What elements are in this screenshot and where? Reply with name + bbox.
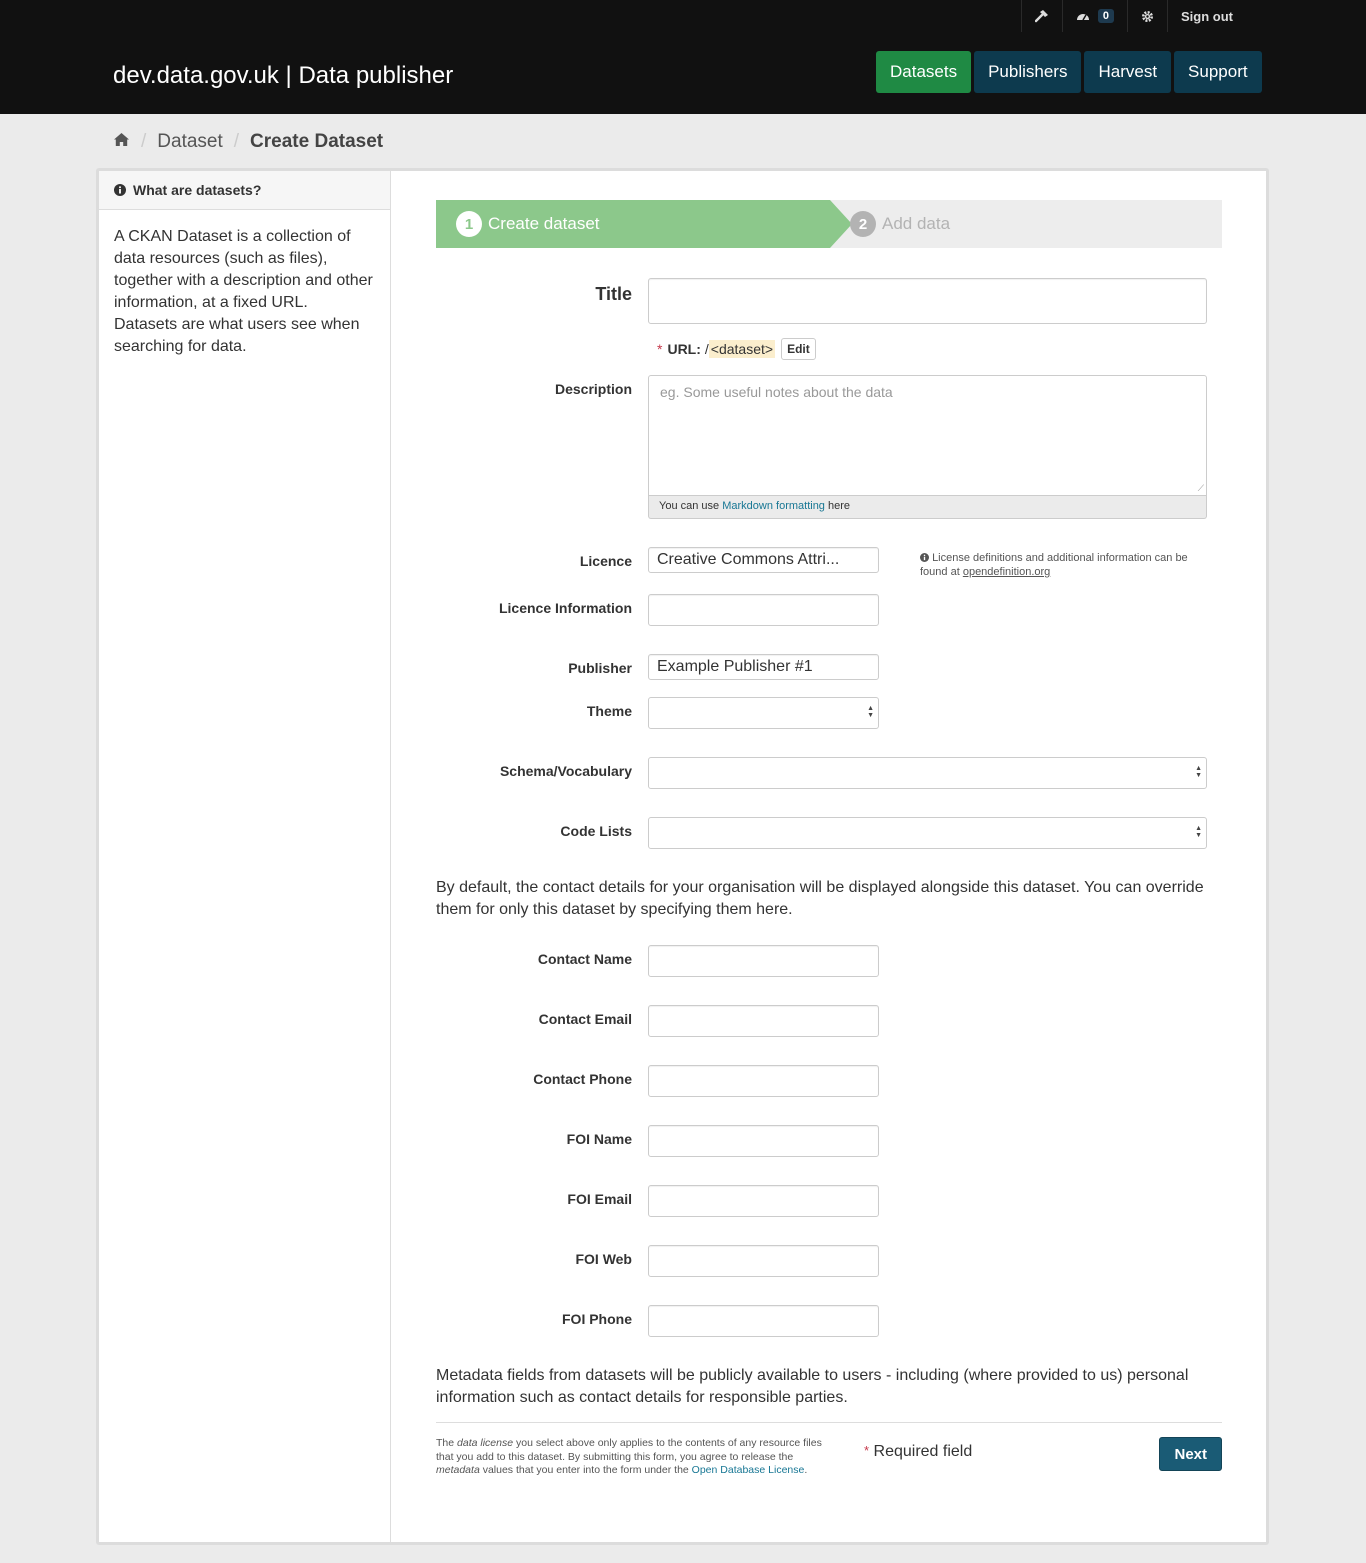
sidebar: What are datasets? A CKAN Dataset is a c… <box>99 171 391 1542</box>
url-prefix: * URL: / <dataset> Edit <box>657 338 816 360</box>
nav-harvest[interactable]: Harvest <box>1084 51 1172 93</box>
schema-select[interactable]: ▲ ▼ <box>648 757 1207 789</box>
licence-hint: License definitions and additional infor… <box>920 552 1188 578</box>
foi-name-label: FOI Name <box>566 1131 632 1147</box>
select-arrows-icon: ▲ ▼ <box>1195 765 1202 779</box>
next-button[interactable]: Next <box>1159 1437 1222 1471</box>
hammer-icon <box>1034 10 1048 23</box>
stage-number: 2 <box>850 211 876 237</box>
resize-handle[interactable]: ⟋ <box>1198 483 1204 494</box>
foi-web-input[interactable] <box>648 1245 879 1277</box>
codelists-select[interactable]: ▲ ▼ <box>648 817 1207 849</box>
markdown-link[interactable]: Markdown formatting <box>722 500 825 512</box>
contact-name-label: Contact Name <box>537 951 632 967</box>
publisher-select[interactable]: Example Publisher #1 <box>648 654 879 680</box>
licence-info-input[interactable] <box>648 594 879 626</box>
home-icon <box>114 133 129 146</box>
open-database-license-link[interactable]: Open Database License <box>692 1464 805 1476</box>
stage-add-data[interactable]: 2 Add data <box>850 200 950 248</box>
breadcrumb: / Dataset / Create Dataset <box>113 130 383 154</box>
primary-content: 1 Create dataset 2 Add data Title * URL:… <box>436 200 1222 1476</box>
masthead: 0 Sign out dev.data.gov.uk | Data publis… <box>0 0 1366 114</box>
sign-out-link[interactable]: Sign out <box>1167 0 1246 32</box>
nav-support[interactable]: Support <box>1174 51 1262 93</box>
foi-email-label: FOI Email <box>567 1191 632 1207</box>
codelists-label: Code Lists <box>560 823 632 839</box>
settings-link[interactable] <box>1127 0 1167 32</box>
sidebar-heading: What are datasets? <box>99 171 390 210</box>
dashboard-count-badge: 0 <box>1097 9 1114 23</box>
required-star: * <box>657 341 663 357</box>
contact-phone-input[interactable] <box>648 1065 879 1097</box>
gear-icon <box>1142 10 1153 22</box>
foi-email-input[interactable] <box>648 1185 879 1217</box>
foi-name-input[interactable] <box>648 1125 879 1157</box>
schema-row: Schema/Vocabulary ▲ ▼ <box>436 757 1222 789</box>
title-input[interactable] <box>648 278 1207 324</box>
stage-create-dataset[interactable]: 1 Create dataset <box>436 200 852 248</box>
dashboard-icon <box>1076 14 1089 21</box>
title-label: Title <box>595 284 632 304</box>
markdown-hint: You can use Markdown formatting here <box>648 496 1207 519</box>
theme-label: Theme <box>586 703 632 719</box>
info-icon <box>114 184 126 196</box>
contact-phone-label: Contact Phone <box>533 1071 632 1087</box>
description-group: eg. Some useful notes about the data ⟋ Y… <box>648 375 1207 519</box>
stage-label: Add data <box>882 214 951 233</box>
description-label: Description <box>554 381 632 397</box>
sysadmin-link[interactable] <box>1020 0 1062 32</box>
foi-phone-input[interactable] <box>648 1305 879 1337</box>
contact-email-input[interactable] <box>648 1005 879 1037</box>
theme-select[interactable]: ▲ ▼ <box>648 697 879 729</box>
opendefinition-link[interactable]: opendefinition.org <box>963 566 1050 578</box>
codelists-row: Code Lists ▲ ▼ <box>436 817 1222 849</box>
contact-intro: By default, the contact details for your… <box>436 879 1204 918</box>
breadcrumb-home[interactable] <box>113 131 130 153</box>
sidebar-heading-text: What are datasets? <box>133 182 262 198</box>
required-star: * <box>864 1443 870 1458</box>
nav-datasets[interactable]: Datasets <box>876 51 972 93</box>
main-nav: Datasets Publishers Harvest Support <box>876 51 1262 93</box>
breadcrumb-separator: / <box>141 131 147 152</box>
form-actions: The data license you select above only a… <box>436 1422 1222 1476</box>
breadcrumb-separator: / <box>233 131 240 152</box>
select-arrows-icon: ▲ ▼ <box>1195 825 1202 839</box>
url-slug: <dataset> <box>708 340 776 358</box>
licence-select[interactable]: Creative Commons Attri... <box>648 547 879 573</box>
sidebar-description: A CKAN Dataset is a collection of data r… <box>114 228 373 355</box>
license-agreement-text: The data license you select above only a… <box>436 1437 822 1476</box>
description-textarea[interactable]: eg. Some useful notes about the data ⟋ <box>648 375 1207 496</box>
url-label: URL: <box>667 341 701 357</box>
description-placeholder: eg. Some useful notes about the data <box>660 384 893 400</box>
foi-phone-label: FOI Phone <box>562 1311 632 1327</box>
content-wrapper: What are datasets? A CKAN Dataset is a c… <box>96 168 1269 1545</box>
stages: 1 Create dataset 2 Add data <box>436 200 1222 248</box>
stage-label: Create dataset <box>488 214 600 233</box>
contact-name-input[interactable] <box>648 945 879 977</box>
stage-number: 1 <box>456 211 482 237</box>
select-arrows-icon: ▲ ▼ <box>867 705 874 719</box>
licence-info-label: Licence Information <box>498 600 632 616</box>
theme-row: Theme ▲ ▼ <box>436 697 1222 729</box>
breadcrumb-dataset[interactable]: Dataset <box>157 131 222 153</box>
dashboard-link[interactable]: 0 <box>1061 0 1127 32</box>
breadcrumb-current[interactable]: Create Dataset <box>250 131 383 153</box>
account-bar: 0 Sign out <box>1020 0 1246 32</box>
publisher-label: Publisher <box>568 660 632 676</box>
foi-web-label: FOI Web <box>575 1251 632 1267</box>
info-icon <box>920 553 929 562</box>
metadata-notice: Metadata fields from datasets will be pu… <box>436 1367 1189 1406</box>
nav-publishers[interactable]: Publishers <box>974 51 1082 93</box>
contact-email-label: Contact Email <box>538 1011 632 1027</box>
site-title[interactable]: dev.data.gov.uk | Data publisher <box>113 60 453 92</box>
url-edit-button[interactable]: Edit <box>781 338 816 360</box>
licence-label: Licence <box>579 553 632 569</box>
schema-label: Schema/Vocabulary <box>499 763 632 779</box>
required-field-note: * Required field <box>864 1443 973 1460</box>
